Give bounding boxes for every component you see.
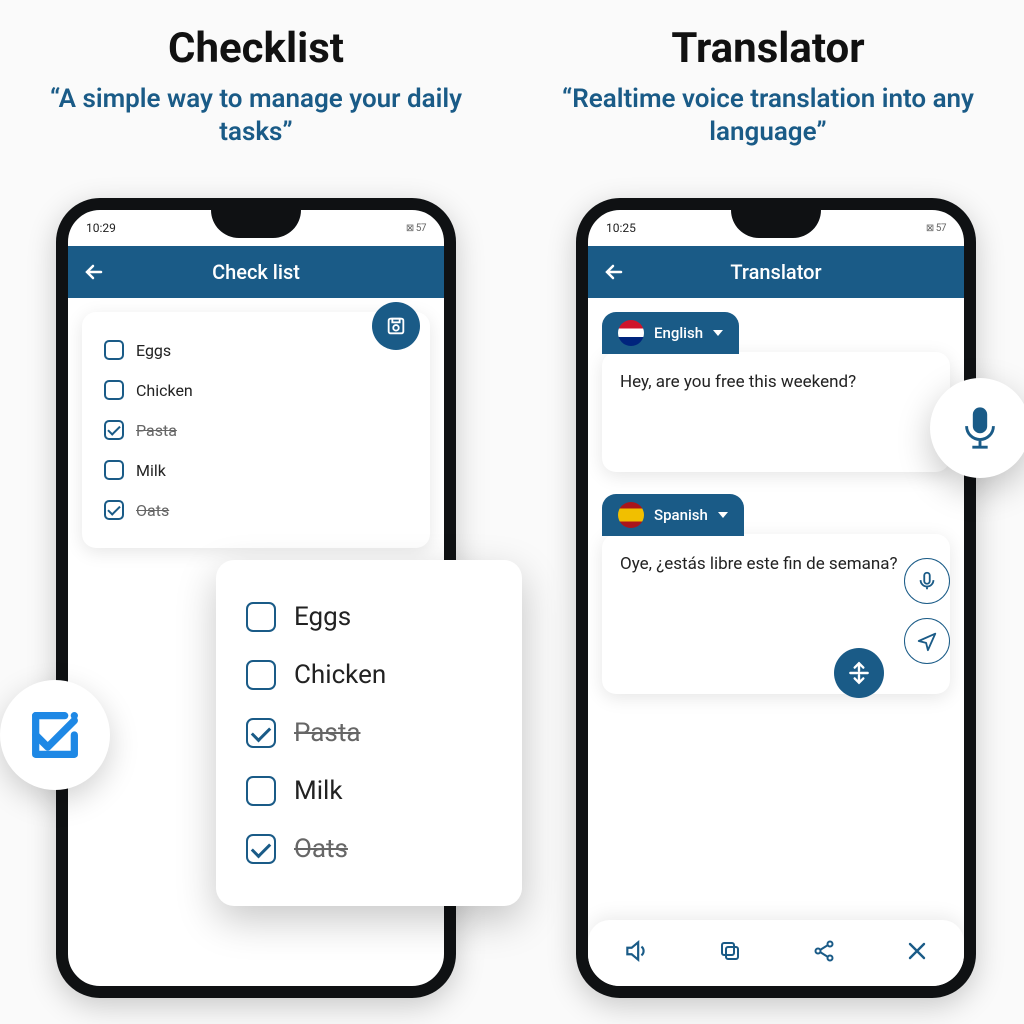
source-language-selector[interactable]: English (602, 312, 739, 354)
battery-icon: ⊠ 57 (406, 223, 426, 234)
checklist-popover: Eggs Chicken Pasta Milk Oats (216, 560, 522, 906)
target-language-selector[interactable]: Spanish (602, 494, 744, 536)
item-label: Oats (294, 834, 348, 864)
copy-button[interactable] (718, 939, 742, 967)
speak-button[interactable] (623, 938, 649, 968)
item-label: Oats (136, 501, 169, 520)
result-toolbar (588, 920, 964, 986)
checkbox-checked-icon[interactable] (246, 834, 276, 864)
list-item[interactable]: Pasta (100, 410, 412, 450)
save-button[interactable] (372, 302, 420, 350)
chevron-down-icon (713, 330, 723, 336)
item-label: Eggs (136, 341, 171, 360)
checkbox-icon[interactable] (246, 776, 276, 806)
app-bar: Translator (588, 246, 964, 298)
source-text-card[interactable]: Hey, are you free this weekend? (602, 352, 950, 472)
list-item[interactable]: Pasta (242, 704, 494, 762)
list-item[interactable]: Milk (242, 762, 494, 820)
list-item[interactable]: Eggs (100, 330, 412, 370)
status-time: 10:25 (606, 221, 636, 235)
status-time: 10:29 (86, 221, 116, 235)
checkbox-checked-icon[interactable] (104, 500, 124, 520)
item-label: Pasta (294, 718, 360, 748)
checkbox-icon[interactable] (104, 340, 124, 360)
share-button[interactable] (812, 939, 836, 967)
item-label: Pasta (136, 421, 177, 440)
checkbox-checked-icon[interactable] (246, 718, 276, 748)
list-item[interactable]: Chicken (242, 646, 494, 704)
item-label: Chicken (136, 381, 193, 400)
feature-badge-checklist (0, 680, 110, 790)
battery-icon: ⊠ 57 (926, 223, 946, 234)
phone-notch (731, 210, 821, 238)
translator-heading: Translator (512, 24, 1024, 73)
send-button[interactable] (904, 618, 950, 664)
checkbox-checked-icon[interactable] (104, 420, 124, 440)
voice-input-button[interactable] (930, 378, 1024, 478)
checklist-heading: Checklist (0, 24, 512, 73)
spain-flag-icon (618, 502, 644, 528)
list-item[interactable]: Chicken (100, 370, 412, 410)
item-label: Milk (294, 776, 343, 806)
phone-translator: 10:25 ⊠ 57 Translator English Hey, are y… (576, 198, 976, 998)
checklist-card: Eggs Chicken Pasta Milk Oats (82, 312, 430, 548)
list-item[interactable]: Oats (100, 490, 412, 530)
swap-languages-button[interactable] (834, 648, 884, 698)
chevron-down-icon (718, 512, 728, 518)
target-language-label: Spanish (654, 506, 708, 524)
source-text: Hey, are you free this weekend? (620, 372, 856, 392)
checkbox-icon[interactable] (104, 460, 124, 480)
clear-button[interactable] (905, 939, 929, 967)
checkbox-icon[interactable] (246, 602, 276, 632)
list-item[interactable]: Oats (242, 820, 494, 878)
target-text-card: Oye, ¿estás libre este fin de semana? (602, 534, 950, 694)
appbar-title: Check list (82, 260, 430, 284)
appbar-title: Translator (602, 260, 950, 284)
checkbox-icon[interactable] (104, 380, 124, 400)
item-label: Chicken (294, 660, 386, 690)
item-label: Milk (136, 461, 166, 480)
mic-button[interactable] (904, 558, 950, 604)
list-item[interactable]: Eggs (242, 588, 494, 646)
translator-tagline: “Realtime voice translation into any lan… (512, 83, 1024, 148)
uk-flag-icon (618, 320, 644, 346)
source-language-label: English (654, 324, 703, 342)
list-item[interactable]: Milk (100, 450, 412, 490)
phone-notch (211, 210, 301, 238)
app-bar: Check list (68, 246, 444, 298)
checkbox-icon[interactable] (246, 660, 276, 690)
item-label: Eggs (294, 602, 351, 632)
checklist-tagline: “A simple way to manage your daily tasks… (0, 83, 512, 148)
target-text: Oye, ¿estás libre este fin de semana? (620, 554, 898, 574)
